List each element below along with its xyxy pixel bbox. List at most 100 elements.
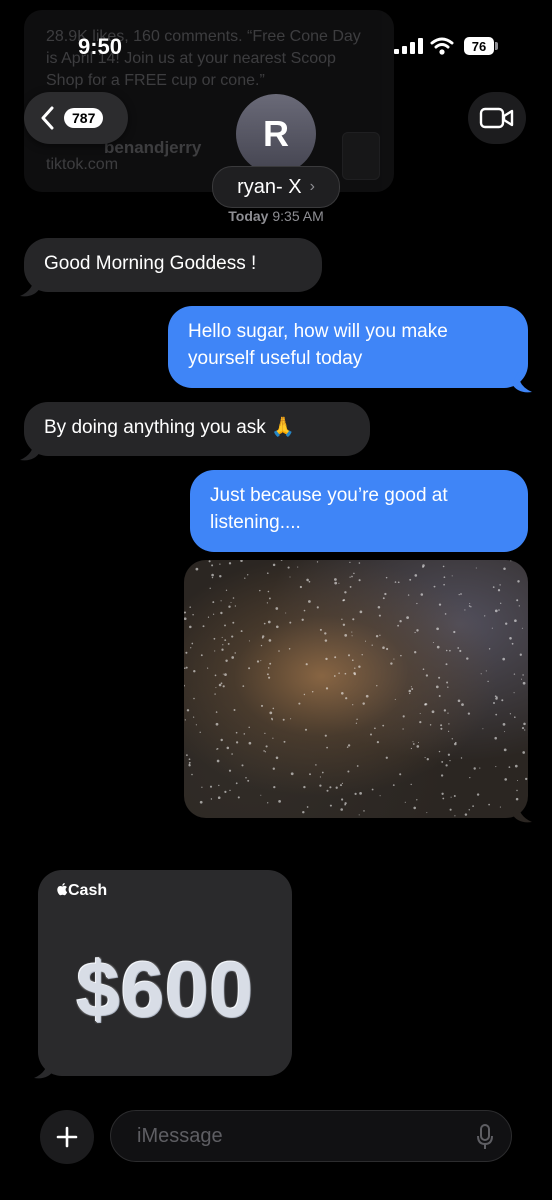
photo-speckle	[440, 724, 443, 727]
photo-speckle	[185, 754, 188, 757]
outgoing-bubble-tail	[512, 802, 532, 823]
photo-speckle	[464, 813, 468, 816]
photo-speckle	[199, 731, 201, 733]
photo-speckle	[219, 563, 221, 565]
photo-speckle	[321, 771, 324, 774]
contact-name-button[interactable]: ryan- X ›	[212, 166, 340, 208]
contact-avatar[interactable]: R	[236, 94, 316, 174]
photo-speckle	[525, 777, 528, 781]
photo-speckle	[192, 614, 194, 616]
photo-speckle	[469, 776, 471, 779]
photo-speckle	[232, 621, 235, 624]
photo-speckle	[351, 575, 353, 578]
message-input[interactable]: iMessage	[110, 1110, 512, 1162]
photo-speckle	[319, 784, 322, 787]
photo-speckle	[416, 799, 418, 801]
photo-speckle	[193, 669, 196, 673]
cash-amount: $600	[76, 945, 254, 1033]
photo-speckle	[354, 673, 356, 676]
photo-speckle	[263, 750, 265, 752]
photo-speckle	[359, 610, 363, 614]
photo-speckle	[422, 668, 425, 671]
apps-plus-button[interactable]	[40, 1110, 94, 1164]
photo-speckle	[186, 709, 190, 712]
photo-speckle	[519, 653, 522, 656]
photo-speckle	[505, 622, 508, 625]
photo-speckle	[516, 789, 518, 792]
photo-speckle	[345, 697, 348, 700]
photo-speckle	[269, 662, 272, 665]
apple-logo-icon	[57, 883, 68, 896]
photo-speckle	[230, 602, 232, 603]
photo-speckle	[431, 710, 435, 714]
photo-speckle	[290, 772, 294, 776]
photo-speckle	[221, 648, 224, 651]
photo-speckle	[195, 724, 197, 726]
photo-speckle	[347, 744, 351, 747]
photo-speckle	[201, 786, 203, 788]
photo-speckle	[448, 730, 450, 732]
photo-speckle	[410, 747, 412, 750]
photo-speckle	[220, 738, 223, 742]
photo-speckle	[341, 618, 343, 620]
outgoing-message[interactable]: Just because you’re good at listening...…	[190, 470, 528, 552]
photo-speckle	[329, 804, 332, 807]
photo-speckle	[344, 672, 347, 675]
photo-speckle	[400, 654, 402, 657]
photo-speckle	[269, 711, 273, 715]
photo-speckle	[282, 718, 285, 721]
photo-speckle	[218, 784, 220, 787]
photo-speckle	[451, 575, 453, 577]
photo-speckle	[349, 561, 351, 564]
photo-speckle	[200, 654, 203, 657]
photo-speckle	[503, 567, 506, 570]
photo-speckle	[407, 594, 410, 596]
photo-speckle	[426, 812, 428, 814]
facetime-video-button[interactable]	[468, 92, 526, 144]
photo-speckle	[393, 658, 395, 660]
photo-speckle	[342, 623, 346, 626]
photo-speckle	[302, 810, 305, 814]
photo-speckle	[341, 782, 343, 784]
photo-speckle	[215, 711, 218, 713]
back-button[interactable]: 787	[24, 92, 128, 144]
photo-speckle	[184, 617, 187, 621]
photo-speckle	[240, 560, 243, 563]
photo-speckle	[457, 647, 460, 649]
photo-speckle	[248, 640, 250, 642]
outgoing-message[interactable]: Hello sugar, how will you make yourself …	[168, 306, 528, 388]
photo-speckle	[220, 600, 222, 602]
photo-speckle	[207, 616, 210, 618]
photo-speckle	[394, 581, 397, 583]
photo-speckle	[495, 766, 497, 768]
photo-speckle	[424, 757, 426, 759]
photo-speckle	[516, 599, 519, 602]
photo-speckle	[467, 712, 471, 715]
incoming-message[interactable]: Good Morning Goddess !	[24, 238, 322, 292]
photo-speckle	[303, 785, 306, 789]
photo-speckle	[447, 686, 449, 688]
incoming-message[interactable]: By doing anything you ask 🙏	[24, 402, 370, 456]
photo-speckle	[341, 692, 344, 695]
photo-attachment[interactable]	[184, 560, 528, 818]
photo-speckle	[225, 659, 228, 662]
photo-speckle	[248, 667, 251, 670]
apple-cash-brand: Cash	[56, 882, 107, 900]
photo-speckle	[438, 750, 441, 753]
photo-speckle	[309, 773, 311, 776]
photo-speckle	[377, 606, 381, 609]
photo-speckle	[338, 582, 340, 584]
photo-speckle	[272, 767, 275, 770]
apple-cash-payment[interactable]: Cash $600	[38, 870, 292, 1076]
photo-speckle	[522, 751, 526, 754]
photo-speckle	[212, 613, 215, 615]
photo-speckle	[260, 660, 262, 662]
photo-speckle	[417, 741, 420, 744]
photo-speckle	[265, 745, 268, 748]
microphone-icon[interactable]	[477, 1124, 493, 1150]
photo-speckle	[184, 811, 187, 814]
photo-speckle	[334, 581, 338, 585]
photo-speckle	[319, 628, 322, 631]
photo-speckle	[446, 681, 449, 684]
photo-speckle	[185, 666, 188, 669]
